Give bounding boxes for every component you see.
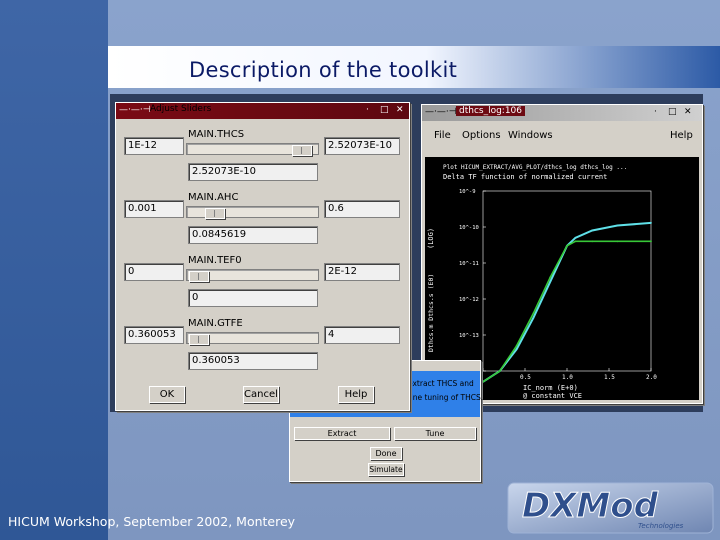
done-button[interactable]: Done — [370, 447, 402, 460]
data-point — [549, 280, 552, 283]
data-point — [591, 240, 594, 243]
param-name: MAIN.GTFE — [188, 318, 243, 329]
x-tick-label: 0.5 — [520, 374, 531, 381]
plot-ylabel-right: (LOG) — [427, 228, 435, 249]
param-max-field[interactable]: 0.6 — [324, 200, 400, 218]
data-point — [549, 276, 552, 279]
param-max-field[interactable]: 4 — [324, 326, 400, 344]
param-slider[interactable] — [186, 206, 319, 219]
cancel-button[interactable]: Cancel — [243, 386, 279, 403]
data-point — [515, 348, 518, 351]
data-point — [650, 240, 652, 243]
menu-help[interactable]: Help — [670, 130, 693, 141]
sliders-window-title: Adjust Sliders — [150, 104, 212, 114]
plot-menubar: File Options Windows Help — [424, 122, 698, 156]
menu-file[interactable]: File — [434, 130, 451, 141]
param-name: MAIN.TEF0 — [188, 255, 242, 266]
minimize-icon[interactable]: · — [654, 107, 657, 117]
param-row: 0 MAIN.TEF0 2E-12 0 — [116, 255, 409, 319]
data-point — [616, 224, 619, 227]
plot-title-line1: Plot HICUM_EXTRACT/AVG_PLOT/dthcs_log dt… — [443, 164, 627, 171]
param-min-field[interactable]: 0.360053 — [124, 326, 184, 344]
window-menu-icon[interactable]: —·—·⊣ — [425, 107, 457, 117]
help-button[interactable]: Help — [338, 386, 374, 403]
y-tick-label: 10^-12 — [459, 297, 479, 303]
logo-text: DXMod — [522, 486, 659, 526]
close-icon[interactable]: ✕ — [684, 107, 692, 117]
plot-xlabel: IC_norm (E+0) — [523, 384, 578, 392]
adjust-sliders-window: —·—·⊣ Adjust Sliders · □ ✕ 1E-12 MAIN.TH… — [115, 102, 410, 411]
param-max-field[interactable]: 2E-12 — [324, 263, 400, 281]
plot-window: —·—·⊣ dthcs_log:106 · □ ✕ File Options W… — [421, 104, 703, 404]
extract-text-line1: extract THCS and — [408, 379, 474, 388]
data-point — [566, 244, 568, 247]
param-slider[interactable] — [186, 269, 319, 282]
param-value-field[interactable]: 0.360053 — [188, 352, 318, 370]
menu-options[interactable]: Options — [462, 130, 501, 141]
ok-button[interactable]: OK — [149, 386, 185, 403]
param-slider[interactable] — [186, 143, 319, 156]
minimize-icon[interactable]: · — [366, 105, 369, 115]
data-point — [498, 370, 501, 372]
data-point — [574, 240, 577, 243]
data-point — [515, 344, 518, 347]
param-min-field[interactable]: 0.001 — [124, 200, 184, 218]
param-min-field[interactable]: 1E-12 — [124, 137, 184, 155]
x-tick-label: 1.0 — [562, 374, 573, 381]
param-max-field[interactable]: 2.52073E-10 — [324, 137, 400, 155]
dxmod-logo: DXMod Technologies — [507, 482, 714, 534]
y-tick-label: 10^-11 — [459, 261, 479, 267]
data-point — [532, 312, 535, 315]
param-row: 1E-12 MAIN.THCS 2.52073E-10 2.52073E-10 — [116, 129, 409, 193]
y-tick-label: 10^-13 — [459, 333, 479, 339]
data-point — [591, 229, 594, 232]
x-tick-label: 2.0 — [646, 374, 657, 381]
param-value-field[interactable]: 2.52073E-10 — [188, 163, 318, 181]
param-name: MAIN.AHC — [188, 192, 239, 203]
param-slider[interactable] — [186, 332, 319, 345]
extract-button[interactable]: Extract — [294, 427, 390, 440]
param-row: 0.360053 MAIN.GTFE 4 0.360053 — [116, 318, 409, 382]
slider-thumb[interactable] — [292, 145, 312, 156]
left-color-band — [0, 0, 108, 540]
slider-thumb[interactable] — [189, 271, 209, 282]
data-point — [650, 222, 652, 224]
y-tick-label: 10^-10 — [459, 225, 479, 231]
plot-title-line2: Delta TF function of normalized current — [443, 173, 607, 181]
menu-windows[interactable]: Windows — [508, 130, 553, 141]
slider-thumb[interactable] — [205, 208, 225, 219]
data-point — [574, 236, 577, 239]
tune-button[interactable]: Tune — [394, 427, 476, 440]
close-icon[interactable]: ✕ — [396, 105, 404, 115]
slide-title: Description of the toolkit — [189, 58, 458, 82]
slider-thumb[interactable] — [189, 334, 209, 345]
data-point — [616, 240, 619, 243]
param-row: 0.001 MAIN.AHC 0.6 0.0845619 — [116, 192, 409, 256]
window-menu-icon[interactable]: —·—·⊣ — [119, 105, 151, 115]
param-min-field[interactable]: 0 — [124, 263, 184, 281]
param-value-field[interactable]: 0 — [188, 289, 318, 307]
sliders-titlebar: —·—·⊣ Adjust Sliders · □ ✕ — [116, 103, 409, 119]
maximize-icon[interactable]: □ — [380, 105, 389, 115]
data-point — [532, 316, 535, 319]
maximize-icon[interactable]: □ — [668, 107, 677, 117]
x-tick-label: 1.5 — [604, 374, 615, 381]
y-tick-label: 10^-9 — [459, 189, 476, 195]
extract-text-line2: fine tuning of THCS. — [408, 393, 484, 402]
plot-window-titlebar: —·—·⊣ dthcs_log:106 · □ ✕ — [422, 105, 702, 121]
slide-footer: HICUM Workshop, September 2002, Monterey — [8, 514, 296, 529]
data-point — [482, 380, 484, 383]
plot-window-title: dthcs_log:106 — [456, 106, 526, 116]
param-name: MAIN.THCS — [188, 129, 245, 140]
logo-subtitle: Technologies — [638, 522, 684, 530]
param-value-field[interactable]: 0.0845619 — [188, 226, 318, 244]
plot-xlabel2: @ constant VCE — [523, 392, 582, 400]
plot-ylabel-left: Dthcs.m Dthcs.s (E0) — [427, 274, 435, 352]
simulate-button[interactable]: Simulate — [368, 463, 404, 476]
